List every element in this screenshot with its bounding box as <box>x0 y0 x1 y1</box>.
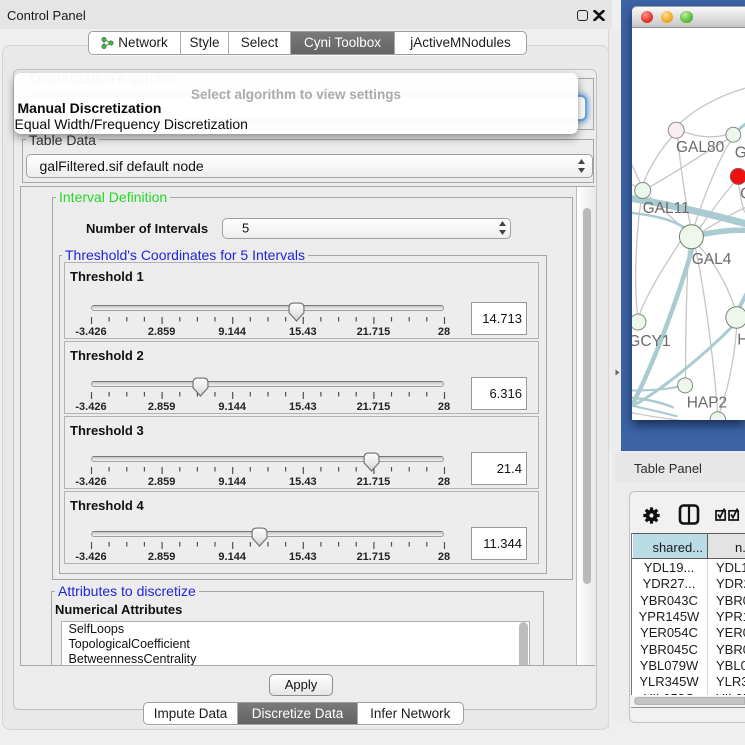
svg-text:C: C <box>740 185 745 202</box>
svg-text:H: H <box>737 331 745 348</box>
svg-text:GAL4: GAL4 <box>691 250 731 267</box>
svg-text:HAP2: HAP2 <box>686 394 726 411</box>
svg-text:GAL80: GAL80 <box>676 138 724 155</box>
svg-text:GA: GA <box>734 144 745 161</box>
svg-text:GCY1: GCY1 <box>632 332 670 349</box>
svg-text:GAL11: GAL11 <box>642 199 689 216</box>
